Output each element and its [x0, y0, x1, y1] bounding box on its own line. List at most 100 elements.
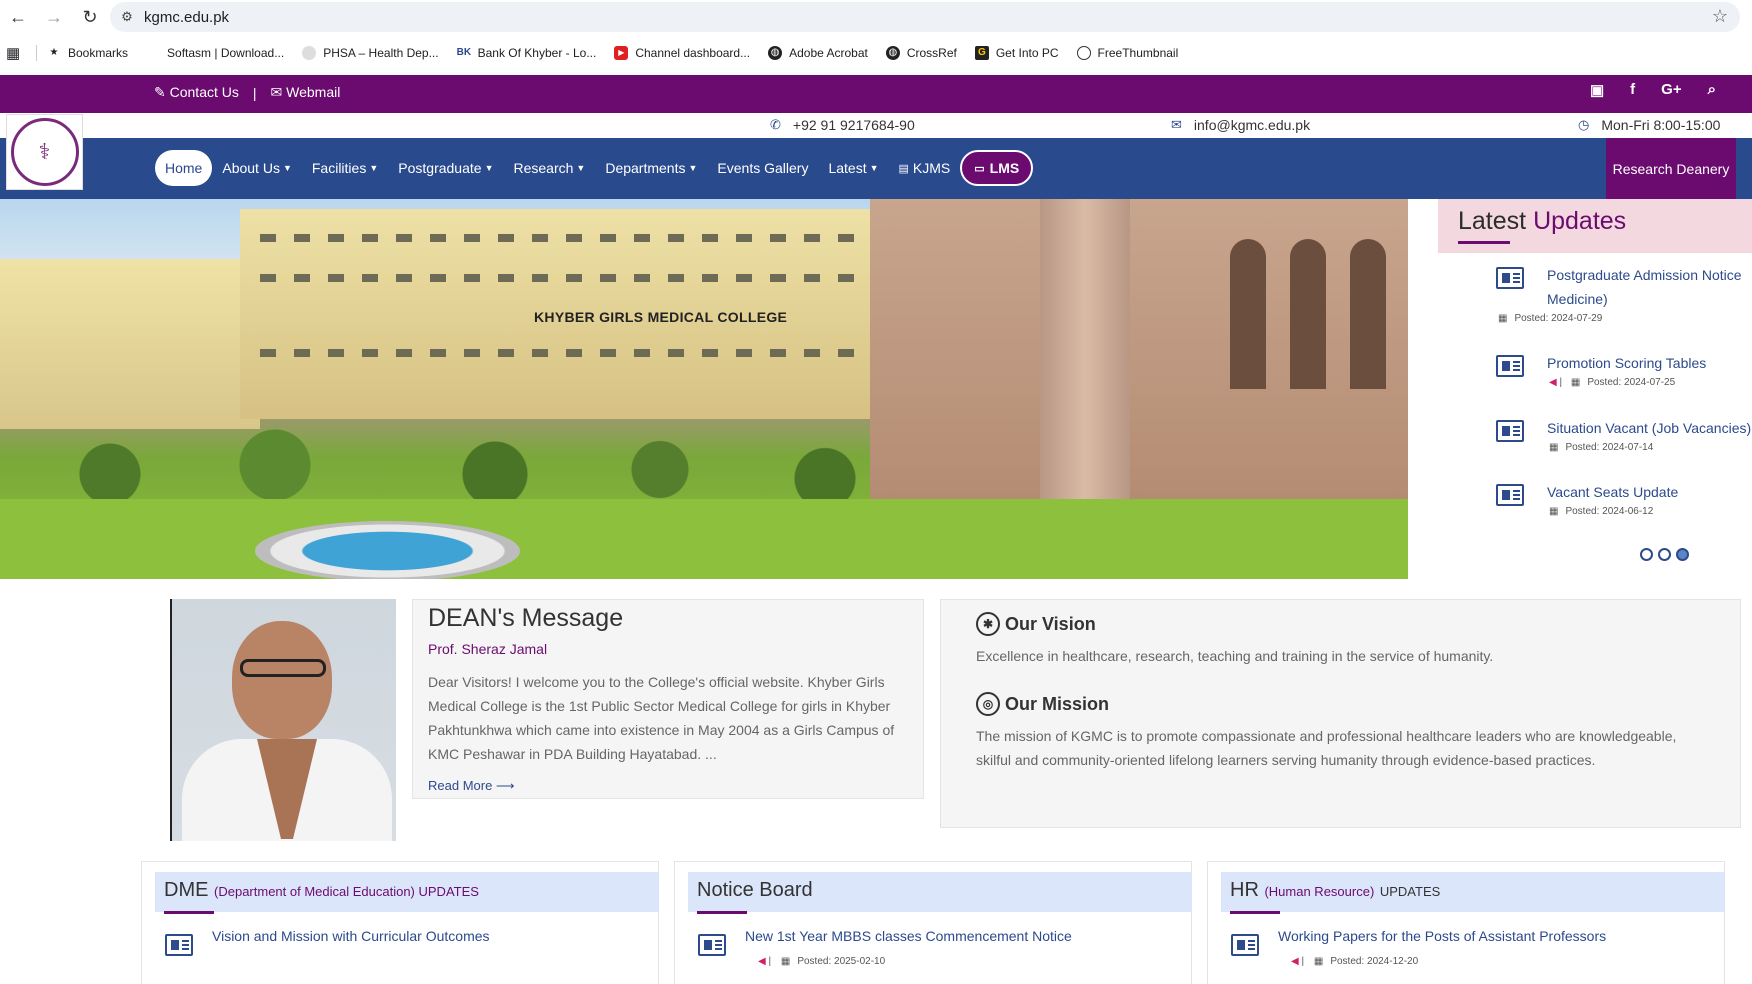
- email-contact[interactable]: ✉ info@kgmc.edu.pk: [1171, 117, 1310, 133]
- update-title[interactable]: Promotion Scoring Tables: [1547, 351, 1752, 375]
- megaphone-icon: ◀: [1291, 956, 1299, 967]
- nav-kjms[interactable]: ▤ KJMS: [889, 150, 961, 186]
- nav-home[interactable]: Home: [155, 150, 213, 186]
- bookmark-star-icon[interactable]: ☆: [1712, 6, 1728, 27]
- nav-facilities[interactable]: Facilities ▼: [302, 150, 388, 186]
- notice-item-title[interactable]: New 1st Year MBBS classes Commencement N…: [745, 928, 1072, 944]
- contact-us-label: Contact Us: [169, 84, 239, 100]
- carousel-dot[interactable]: [1658, 548, 1671, 561]
- main-navigation: Home About Us ▼ Facilities ▼ Postgraduate ▼…: [0, 138, 1752, 199]
- vision-mission-box: ✱ Our Vision Excellence in healthcare, re…: [940, 599, 1741, 828]
- calendar-icon: ▦: [1549, 506, 1559, 517]
- notice-board-title: Notice Board: [697, 879, 813, 901]
- hero-arch: [1350, 239, 1386, 389]
- lightbulb-icon: ✱: [976, 612, 1000, 636]
- softasm-icon: [146, 46, 160, 60]
- hr-posted: Posted: 2024-12-20: [1330, 956, 1419, 967]
- bookmark-crossref[interactable]: ◍ CrossRef: [885, 46, 957, 60]
- logo-seal-icon: ⚕: [10, 118, 79, 186]
- carousel-dot[interactable]: [1640, 548, 1653, 561]
- forward-icon[interactable]: →: [36, 0, 72, 34]
- update-meta: ▦ Posted: 2024-07-14: [1549, 442, 1653, 453]
- reload-icon[interactable]: ↻: [72, 0, 108, 34]
- url-text[interactable]: kgmc.edu.pk: [144, 9, 229, 26]
- update-title[interactable]: Vacant Seats Update: [1547, 480, 1752, 504]
- hr-column: HR (Human Resource) UPDATES Working Pape…: [1207, 861, 1725, 984]
- nav-postgraduate[interactable]: Postgraduate ▼: [388, 150, 503, 186]
- facebook-icon[interactable]: f: [1630, 81, 1635, 99]
- bookmark-bok[interactable]: BK Bank Of Khyber - Lo...: [457, 46, 597, 60]
- freethumbnail-icon: [1076, 46, 1091, 60]
- nav-about-us[interactable]: About Us ▼: [212, 150, 302, 186]
- webmail-link[interactable]: ✉ Webmail: [271, 84, 341, 101]
- back-icon[interactable]: ←: [0, 0, 36, 34]
- chevron-down-icon: ▼: [369, 163, 379, 173]
- update-meta: ▦ Posted: 2024-06-12: [1549, 506, 1653, 517]
- star-icon: ★: [49, 47, 59, 58]
- search-icon[interactable]: ⌕: [1708, 81, 1716, 99]
- update-title[interactable]: Postgraduate Admission Notice Medicine): [1547, 263, 1752, 311]
- newspaper-icon: [1496, 420, 1524, 442]
- carousel-dot-active[interactable]: [1676, 548, 1689, 561]
- chevron-down-icon: ▼: [576, 163, 586, 173]
- bookmark-channel[interactable]: ▶ Channel dashboard...: [614, 46, 750, 60]
- read-more-link[interactable]: Read More ⟶: [428, 778, 515, 794]
- hero-lawn: [0, 499, 1408, 579]
- update-title[interactable]: Situation Vacant (Job Vacancies): [1547, 416, 1752, 440]
- notice-underline: [697, 911, 747, 914]
- hero-windows: [260, 234, 860, 242]
- calendar-icon: ▦: [780, 956, 791, 967]
- college-logo[interactable]: ⚕: [6, 114, 83, 190]
- top-separator: |: [252, 84, 257, 101]
- nav-research[interactable]: Research ▼: [503, 150, 595, 186]
- nav-label: Departments: [605, 160, 686, 176]
- phone-icon: ✆: [770, 117, 781, 132]
- hr-item-title[interactable]: Working Papers for the Posts of Assistan…: [1278, 928, 1606, 944]
- contact-us-link[interactable]: ✎ Contact Us: [154, 84, 239, 101]
- bookmark-bookmarks[interactable]: ★ Bookmarks: [47, 46, 129, 60]
- notice-meta: ◀ | ▦ Posted: 2025-02-10: [758, 956, 886, 967]
- hero-fountain: [255, 521, 520, 579]
- email-text: info@kgmc.edu.pk: [1193, 117, 1311, 133]
- calendar-icon: ▦: [1313, 956, 1324, 967]
- nav-label: KJMS: [912, 160, 951, 176]
- address-bar[interactable]: ⚙ kgmc.edu.pk ☆: [110, 2, 1740, 32]
- mission-heading: ◎ Our Mission: [976, 692, 1109, 716]
- apps-grid-icon[interactable]: ▦: [6, 44, 34, 62]
- dme-header: DME (Department of Medical Education) UP…: [155, 872, 659, 912]
- bookmark-softasm[interactable]: Softasm | Download...: [146, 46, 284, 60]
- bookmark-getintopc[interactable]: G Get Into PC: [974, 46, 1059, 60]
- dme-item-title[interactable]: Vision and Mission with Curricular Outco…: [212, 928, 490, 944]
- youtube-icon: ▶: [614, 46, 629, 60]
- nav-lms[interactable]: ▭ LMS: [960, 150, 1034, 186]
- calendar-icon: ▦: [1570, 377, 1581, 388]
- youtube-icon[interactable]: ▣: [1590, 81, 1604, 99]
- nav-label: Research: [513, 160, 574, 176]
- hr-title-main: HR: [1230, 879, 1259, 901]
- title-underline: [1458, 241, 1510, 244]
- bookmark-freethumbnail[interactable]: FreeThumbnail: [1076, 46, 1178, 60]
- dean-head: [232, 621, 332, 739]
- envelope-icon: ✉: [270, 84, 283, 100]
- calendar-icon: ▦: [1498, 313, 1508, 324]
- update-posted: Posted: 2024-07-25: [1587, 377, 1676, 388]
- bok-icon: BK: [456, 47, 472, 58]
- nav-events-gallery[interactable]: Events Gallery: [707, 150, 818, 186]
- notice-posted: Posted: 2025-02-10: [797, 956, 886, 967]
- phone-text: +92 91 9217684-90: [792, 117, 915, 133]
- dean-message-box: DEAN's Message Prof. Sheraz Jamal Dear V…: [412, 599, 924, 799]
- nav-departments[interactable]: Departments ▼: [595, 150, 707, 186]
- bookmark-phsa[interactable]: PHSA – Health Dep...: [302, 46, 439, 60]
- vision-title: Our Vision: [1005, 613, 1096, 634]
- research-deanery-button[interactable]: Research Deanery: [1606, 138, 1736, 199]
- nav-latest[interactable]: Latest ▼: [818, 150, 888, 186]
- google-plus-icon[interactable]: G+: [1661, 81, 1681, 99]
- update-posted: Posted: 2024-07-14: [1565, 442, 1654, 453]
- chevron-down-icon: ▼: [484, 163, 494, 173]
- dean-message-text: Dear Visitors! I welcome you to the Coll…: [428, 674, 895, 762]
- site-info-icon[interactable]: ⚙: [110, 9, 144, 25]
- nav-menu: Home About Us ▼ Facilities ▼ Postgraduate ▼…: [155, 149, 1034, 187]
- bookmark-adobe[interactable]: ◍ Adobe Acrobat: [768, 46, 868, 60]
- update-posted: Posted: 2024-06-12: [1565, 506, 1654, 517]
- mission-text: The mission of KGMC is to promote compas…: [976, 728, 1677, 768]
